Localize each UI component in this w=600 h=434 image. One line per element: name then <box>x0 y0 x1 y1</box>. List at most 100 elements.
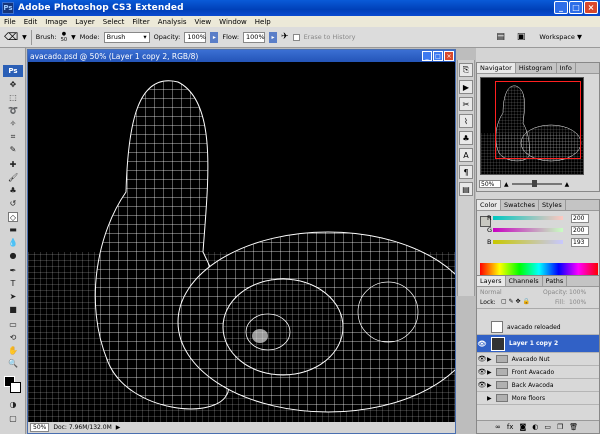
layer-row[interactable]: avacado reloaded <box>477 320 599 335</box>
eye-icon[interactable]: 👁 <box>477 355 487 363</box>
workspace-button[interactable]: Workspace ▼ <box>539 33 582 41</box>
actions-icon[interactable]: ▶ <box>459 80 473 94</box>
brush-preview-icon[interactable]: ● 50 <box>61 31 67 43</box>
maximize-button[interactable]: □ <box>569 1 583 14</box>
status-zoom[interactable]: 50% <box>30 423 50 432</box>
new-layer-icon[interactable]: ❐ <box>557 423 563 431</box>
eyedropper-tool-icon[interactable]: ✎ <box>8 145 18 155</box>
path-selection-tool-icon[interactable]: ➤ <box>8 292 18 302</box>
layer-comps-icon[interactable]: ▤ <box>459 182 473 196</box>
navigator-zoom-slider[interactable] <box>511 180 562 187</box>
menu-file[interactable]: File <box>0 18 20 26</box>
eye-icon[interactable]: 👁 <box>477 368 487 376</box>
shape-tool-icon[interactable]: ■ <box>8 305 18 315</box>
expand-arrow-icon[interactable]: ▶ <box>487 382 492 389</box>
healing-brush-tool-icon[interactable]: ✚ <box>8 160 18 170</box>
expand-arrow-icon[interactable]: ▶ <box>487 356 492 363</box>
eraser-tool-icon[interactable]: ◇ <box>8 212 18 222</box>
crop-tool-icon[interactable]: ⌗ <box>8 132 18 142</box>
bridge-icon[interactable]: ▣ <box>517 32 526 42</box>
close-button[interactable]: × <box>584 1 598 14</box>
lasso-tool-icon[interactable]: ➰ <box>8 106 18 116</box>
tab-swatches[interactable]: Swatches <box>501 200 540 210</box>
brush-picker-arrow-icon[interactable]: ▼ <box>71 34 76 41</box>
clone-stamp-tool-icon[interactable]: ♣ <box>8 186 18 196</box>
magic-wand-tool-icon[interactable]: ✧ <box>8 119 18 129</box>
menu-analysis[interactable]: Analysis <box>154 18 191 26</box>
type-tool-icon[interactable]: T <box>8 279 18 289</box>
layer-style-icon[interactable]: fx <box>507 423 514 431</box>
move-tool-icon[interactable]: ✥ <box>8 80 18 90</box>
eraser-tool-icon[interactable]: ⌫ <box>4 32 18 43</box>
layer-mask-icon[interactable]: ◙ <box>519 423 526 431</box>
tab-styles[interactable]: Styles <box>539 200 566 210</box>
canvas[interactable] <box>28 62 455 422</box>
layer-row-selected[interactable]: 👁 Layer 1 copy 2 <box>477 335 599 353</box>
status-arrow-icon[interactable]: ▶ <box>116 424 121 431</box>
eye-icon[interactable]: 👁 <box>477 340 487 348</box>
background-color-swatch[interactable] <box>10 382 21 393</box>
tab-channels[interactable]: Channels <box>506 276 543 286</box>
history-brush-tool-icon[interactable]: ↺ <box>8 199 18 209</box>
zoom-tool-icon[interactable]: 🔍 <box>8 359 18 369</box>
pen-tool-icon[interactable]: ✒ <box>8 266 18 276</box>
navigator-view-box[interactable] <box>495 81 581 159</box>
blend-mode-select[interactable]: Normal <box>480 289 502 296</box>
lock-icons[interactable]: ▢ ✎ ✥ 🔒 <box>501 298 530 305</box>
link-layers-icon[interactable]: ∞ <box>495 423 501 431</box>
hand-tool-icon[interactable]: ✋ <box>8 346 18 356</box>
color-g-field[interactable]: 200 <box>571 226 589 235</box>
doc-maximize-button[interactable]: □ <box>433 51 443 61</box>
palette-well-icon[interactable]: ▤ <box>496 32 505 42</box>
minimize-button[interactable]: _ <box>554 1 568 14</box>
delete-layer-icon[interactable]: 🗑 <box>569 423 578 431</box>
opacity-arrow-button[interactable]: ▸ <box>210 31 219 43</box>
expand-arrow-icon[interactable]: ▶ <box>487 395 492 402</box>
airbrush-icon[interactable]: ✈ <box>281 32 289 42</box>
eye-icon[interactable]: 👁 <box>477 381 487 389</box>
notes-tool-icon[interactable]: ▭ <box>8 320 18 330</box>
zoom-in-icon[interactable]: ▲ <box>565 181 570 188</box>
gradient-tool-icon[interactable]: ▬ <box>8 225 18 235</box>
zoom-slider-knob[interactable] <box>531 180 537 187</box>
zoom-out-icon[interactable]: ▲ <box>504 181 509 188</box>
tab-color[interactable]: Color <box>477 200 501 210</box>
history-icon[interactable]: ⎘ <box>459 63 473 77</box>
tab-info[interactable]: Info <box>557 63 576 73</box>
layer-opacity-field[interactable]: 100% <box>569 289 586 296</box>
doc-minimize-button[interactable]: _ <box>422 51 432 61</box>
brushes-icon[interactable]: ⌇ <box>459 114 473 128</box>
color-b-field[interactable]: 193 <box>571 238 589 247</box>
tab-layers[interactable]: Layers <box>477 276 506 286</box>
new-group-icon[interactable]: ▭ <box>544 423 551 431</box>
paragraph-icon[interactable]: ¶ <box>459 165 473 179</box>
expand-arrow-icon[interactable]: ▶ <box>487 369 492 376</box>
layer-group-row[interactable]: 👁 ▶ Avacado Nut <box>477 353 599 366</box>
opacity-field[interactable]: 100% <box>184 31 207 43</box>
menu-edit[interactable]: Edit <box>20 18 42 26</box>
navigator-zoom-field[interactable]: 50% <box>479 180 501 188</box>
brush-tool-icon[interactable]: 🖌 <box>8 173 18 183</box>
menu-layer[interactable]: Layer <box>71 18 99 26</box>
menu-window[interactable]: Window <box>215 18 251 26</box>
layer-group-row[interactable]: ▶ More floors <box>477 392 599 405</box>
color-r-field[interactable]: 200 <box>571 214 589 223</box>
navigator-thumbnail[interactable] <box>480 77 584 175</box>
tab-navigator[interactable]: Navigator <box>477 63 516 73</box>
tab-paths[interactable]: Paths <box>543 276 568 286</box>
tab-histogram[interactable]: Histogram <box>516 63 557 73</box>
flow-field[interactable]: 100% <box>243 31 266 43</box>
mode-select[interactable]: Brush ▾ <box>103 31 150 43</box>
color-g-slider[interactable] <box>493 228 563 232</box>
blur-tool-icon[interactable]: 💧 <box>8 238 18 248</box>
clone-source-icon[interactable]: ♣ <box>459 131 473 145</box>
menu-help[interactable]: Help <box>251 18 275 26</box>
layer-group-row[interactable]: 👁 ▶ Back Avacoda <box>477 379 599 392</box>
menu-image[interactable]: Image <box>41 18 71 26</box>
tool-preset-arrow-icon[interactable]: ▼ <box>22 34 27 41</box>
fill-field[interactable]: 100% <box>569 299 586 306</box>
erase-history-checkbox[interactable] <box>292 33 300 41</box>
flow-arrow-button[interactable]: ▸ <box>269 31 278 43</box>
menu-filter[interactable]: Filter <box>128 18 153 26</box>
adjustment-layer-icon[interactable]: ◐ <box>532 423 538 431</box>
